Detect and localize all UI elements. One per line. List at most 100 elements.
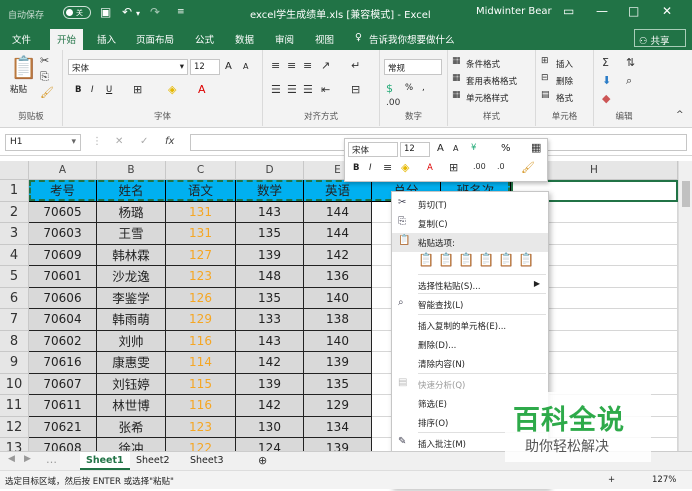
- currency-icon[interactable]: $: [386, 82, 393, 95]
- minimize-icon[interactable]: —: [596, 4, 608, 18]
- cancel-icon[interactable]: ✕: [115, 136, 123, 147]
- insert-cells-button[interactable]: 插入: [556, 58, 573, 70]
- table-cell[interactable]: 70608: [29, 438, 97, 451]
- table-cell[interactable]: 139: [236, 244, 304, 266]
- fill-color-icon[interactable]: ◈: [168, 83, 176, 96]
- table-cell[interactable]: 韩林霖: [97, 244, 166, 266]
- underline-button[interactable]: U: [106, 85, 112, 95]
- menu-item-7[interactable]: 清除内容(N): [392, 354, 548, 373]
- copy-icon[interactable]: ⎘: [40, 70, 49, 84]
- tab-page-layout[interactable]: 页面布局: [136, 32, 174, 46]
- shrink-font-button[interactable]: A: [243, 62, 248, 71]
- format-painter-icon[interactable]: 🖌: [40, 86, 54, 99]
- border-icon[interactable]: ⊞: [133, 83, 142, 96]
- mini-format-icon[interactable]: ▦: [531, 141, 541, 154]
- vertical-scrollbar[interactable]: [678, 161, 692, 451]
- customize-qat-icon[interactable]: ≡: [177, 7, 185, 17]
- paste-option-icon-6[interactable]: 📋: [518, 253, 534, 268]
- percent-button[interactable]: %: [405, 83, 413, 93]
- italic-button[interactable]: I: [91, 85, 94, 95]
- collapse-ribbon-icon[interactable]: ^: [676, 110, 684, 120]
- cut-icon[interactable]: ✂: [40, 54, 49, 67]
- table-cell[interactable]: 70603: [29, 223, 97, 245]
- row-header-8[interactable]: 8: [0, 330, 29, 352]
- maximize-icon[interactable]: □: [628, 4, 639, 18]
- table-cell[interactable]: 144: [304, 223, 372, 245]
- table-cell[interactable]: 116: [166, 395, 236, 417]
- row-header-3[interactable]: 3: [0, 223, 29, 245]
- table-cell[interactable]: 129: [304, 395, 372, 417]
- mini-border-icon[interactable]: ⊞: [449, 161, 458, 174]
- paste-icon[interactable]: 📋: [10, 56, 37, 81]
- table-cell[interactable]: 70602: [29, 330, 97, 352]
- row-header-10[interactable]: 10: [0, 373, 29, 395]
- table-cell[interactable]: 135: [236, 287, 304, 309]
- table-cell[interactable]: 148: [236, 266, 304, 288]
- mini-painter-icon[interactable]: 🖌: [521, 161, 535, 174]
- number-format-select[interactable]: 常规: [384, 59, 442, 75]
- table-cell[interactable]: 135: [236, 223, 304, 245]
- sort-filter-icon[interactable]: ⇅: [626, 56, 635, 69]
- table-cell[interactable]: 124: [236, 438, 304, 451]
- save-icon[interactable]: ▣: [100, 5, 111, 19]
- mini-align-icon[interactable]: ≡: [383, 161, 392, 174]
- mini-currency[interactable]: ¥: [471, 143, 476, 153]
- table-cell[interactable]: 127: [166, 244, 236, 266]
- sheet-tab-1[interactable]: Sheet1: [80, 452, 130, 470]
- tell-me-search[interactable]: 告诉我你想要做什么: [369, 32, 455, 46]
- indent-icon[interactable]: ⇤: [321, 83, 330, 96]
- table-cell[interactable]: 142: [236, 395, 304, 417]
- mini-fill-icon[interactable]: ◈: [401, 161, 409, 174]
- close-icon[interactable]: ✕: [662, 4, 672, 18]
- mini-font-select[interactable]: 宋体: [348, 142, 398, 157]
- table-cell[interactable]: 康惠雯: [97, 352, 166, 374]
- name-box[interactable]: H1 ▾: [5, 134, 81, 151]
- menu-item-4[interactable]: ⌕ 智能查找(L): [392, 295, 548, 314]
- table-cell[interactable]: 70604: [29, 309, 97, 331]
- mini-grow-font[interactable]: A: [437, 143, 444, 154]
- format-cells-button[interactable]: 格式: [556, 92, 573, 104]
- table-cell[interactable]: 123: [166, 266, 236, 288]
- menu-item-5[interactable]: 插入复制的单元格(E)...: [392, 316, 548, 335]
- clear-icon[interactable]: ◆: [602, 92, 610, 105]
- zoom-level[interactable]: 127%: [652, 475, 676, 485]
- row-header-2[interactable]: 2: [0, 201, 29, 223]
- zoom-out-icon[interactable]: +: [608, 475, 615, 485]
- paste-option-icon-3[interactable]: 📋: [458, 253, 474, 268]
- table-cell[interactable]: 139: [236, 373, 304, 395]
- mini-percent[interactable]: %: [501, 143, 511, 154]
- cell-styles-button[interactable]: 单元格样式: [466, 92, 509, 104]
- paste-option-icon-1[interactable]: 📋: [418, 253, 434, 268]
- prev-sheet-icon[interactable]: ◀: [8, 454, 15, 464]
- select-all-corner[interactable]: [0, 161, 29, 180]
- align-center-icon[interactable]: ☰: [287, 83, 297, 96]
- mini-decimal-icon[interactable]: .00: [473, 162, 486, 171]
- table-cell[interactable]: 131: [166, 201, 236, 223]
- fill-icon[interactable]: ⬇: [602, 74, 611, 87]
- font-color-icon[interactable]: A: [198, 83, 206, 96]
- header-cell[interactable]: 数学: [236, 180, 304, 202]
- add-sheet-icon[interactable]: ⊕: [258, 454, 267, 467]
- table-cell[interactable]: 142: [236, 352, 304, 374]
- orientation-icon[interactable]: ↗: [321, 59, 330, 72]
- header-cell[interactable]: 英语: [304, 180, 372, 202]
- autosum-icon[interactable]: Σ: [602, 56, 609, 69]
- header-cell[interactable]: 语文: [166, 180, 236, 202]
- table-cell[interactable]: 140: [304, 287, 372, 309]
- table-cell[interactable]: 142: [304, 244, 372, 266]
- row-header-12[interactable]: 12: [0, 416, 29, 438]
- row-header-9[interactable]: 9: [0, 352, 29, 374]
- scroll-thumb[interactable]: [682, 181, 690, 207]
- tab-view[interactable]: 视图: [315, 32, 334, 46]
- row-header-6[interactable]: 6: [0, 287, 29, 309]
- table-cell[interactable]: 135: [304, 373, 372, 395]
- table-cell[interactable]: 143: [236, 201, 304, 223]
- align-right-icon[interactable]: ☰: [303, 83, 313, 96]
- table-cell[interactable]: 70601: [29, 266, 97, 288]
- table-cell[interactable]: 126: [166, 287, 236, 309]
- mini-font-color[interactable]: A: [427, 163, 433, 173]
- increase-decimal-icon[interactable]: .00: [386, 98, 400, 108]
- menu-item-1[interactable]: ⎘ 复制(C): [392, 214, 548, 233]
- row-header-11[interactable]: 11: [0, 395, 29, 417]
- redo-icon[interactable]: ↷: [150, 5, 160, 19]
